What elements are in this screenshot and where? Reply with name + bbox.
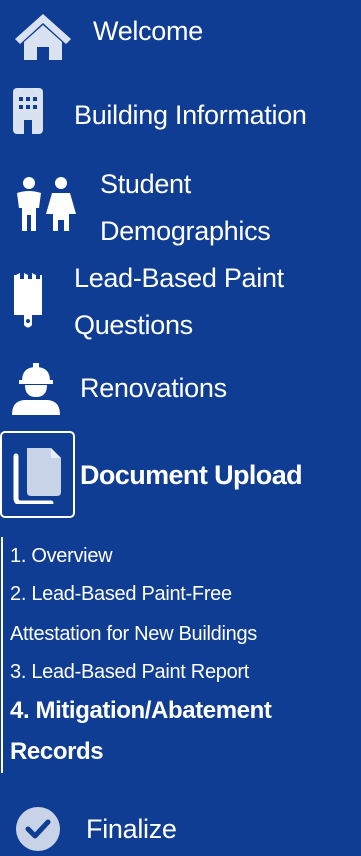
nav-item-welcome-label: Welcome — [93, 16, 203, 46]
nav-item-renovations[interactable]: Renovations — [0, 363, 361, 415]
paint-brush-icon — [12, 273, 44, 329]
subnav-item-mitigation-abatement-2[interactable]: Records — [10, 729, 104, 774]
subnav-item-lbp-free-attestation-2[interactable]: Attestation for New Buildings — [10, 615, 257, 654]
nav-item-finalize[interactable]: Finalize — [0, 806, 361, 856]
building-icon — [13, 88, 43, 134]
nav-item-welcome[interactable]: Welcome — [0, 8, 361, 60]
nav-item-student-demographics-label-1: Student — [100, 169, 191, 199]
nav-item-building-information[interactable]: Building Information — [0, 88, 361, 142]
nav-item-finalize-label: Finalize — [86, 814, 177, 844]
worker-icon — [10, 363, 62, 415]
check-circle-icon — [10, 806, 66, 852]
subnav-item-overview[interactable]: 1. Overview — [10, 537, 113, 576]
nav-item-student-demographics[interactable]: Student Demographics — [0, 161, 361, 254]
subnav-rule — [1, 537, 3, 773]
subnav-item-lbp-report[interactable]: 3. Lead-Based Paint Report — [10, 653, 249, 692]
document-upload-subnav: 1. Overview 2. Lead-Based Paint-Free Att… — [0, 537, 361, 773]
nav-item-lead-based-paint-questions-label-1: Lead-Based Paint — [74, 263, 284, 293]
nav-item-renovations-label: Renovations — [80, 373, 227, 403]
nav-item-document-upload[interactable]: Document Upload — [0, 448, 361, 504]
nav-item-lead-based-paint-questions-label-2: Questions — [74, 310, 193, 340]
students-icon — [12, 177, 78, 233]
documents-icon — [13, 448, 65, 504]
nav-item-document-upload-label: Document Upload — [80, 460, 303, 490]
home-icon — [12, 12, 74, 62]
nav-item-building-information-label: Building Information — [74, 100, 307, 130]
subnav-item-lbp-free-attestation-1[interactable]: 2. Lead-Based Paint-Free — [10, 575, 232, 614]
nav-item-student-demographics-label-2: Demographics — [100, 216, 271, 246]
nav-item-lead-based-paint-questions[interactable]: Lead-Based Paint Questions — [0, 255, 361, 348]
subnav-item-mitigation-abatement-1[interactable]: 4. Mitigation/Abatement — [10, 688, 272, 733]
sidebar-nav: Welcome Building Information Student Dem… — [0, 0, 361, 851]
